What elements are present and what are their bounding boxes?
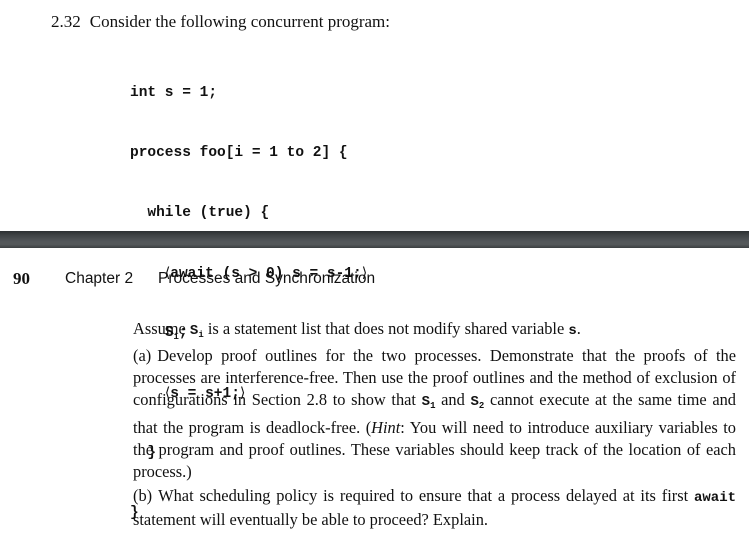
statement-var: S2 [470,394,484,411]
statement-var: Si [190,323,204,340]
text: and [435,390,471,409]
var-name: S [470,394,479,410]
chapter-title: Processes and Synchronization [158,270,376,287]
exercise-prompt: Consider the following concurrent progra… [89,12,391,31]
code-keyword: int [130,85,157,101]
hint-label: Hint [371,418,401,437]
statement-var: S1 [421,394,436,411]
page-divider-bar [0,231,749,248]
assumption-paragraph: Assume Si is a statement list that does … [133,318,736,346]
text: statement will eventually be able to pro… [133,510,488,529]
part-a-paragraph: (a) Develop proof outlines for the two pr… [133,345,736,483]
code-text: (true) { [190,205,270,221]
text: is a statement list that does not modify… [203,319,569,338]
shared-var: s [568,323,577,339]
part-b-paragraph: (b) What scheduling policy is required to… [133,485,736,531]
await-keyword: await [693,490,736,506]
text: What scheduling policy is required to en… [158,486,694,505]
exercise-header: 2.32 Consider the following concurrent pr… [51,12,390,32]
code-line: while (true) { [130,203,367,223]
code-text: s = 1; [156,85,218,101]
exercise-number: 2.32 [51,12,81,31]
text: . [576,319,581,338]
chapter-label: Chapter 2 [65,270,134,287]
var-name: S [421,394,431,410]
code-text: foo[i = 1 to 2] { [190,145,348,161]
part-label: (a) [133,346,152,365]
text: Assume [133,319,190,338]
code-line: process foo[i = 1 to 2] { [130,143,367,163]
part-label: (b) [133,486,153,505]
code-keyword: while [147,205,191,221]
page-number: 90 [13,269,30,288]
code-line: int s = 1; [130,83,367,103]
code-keyword: process [130,145,191,161]
